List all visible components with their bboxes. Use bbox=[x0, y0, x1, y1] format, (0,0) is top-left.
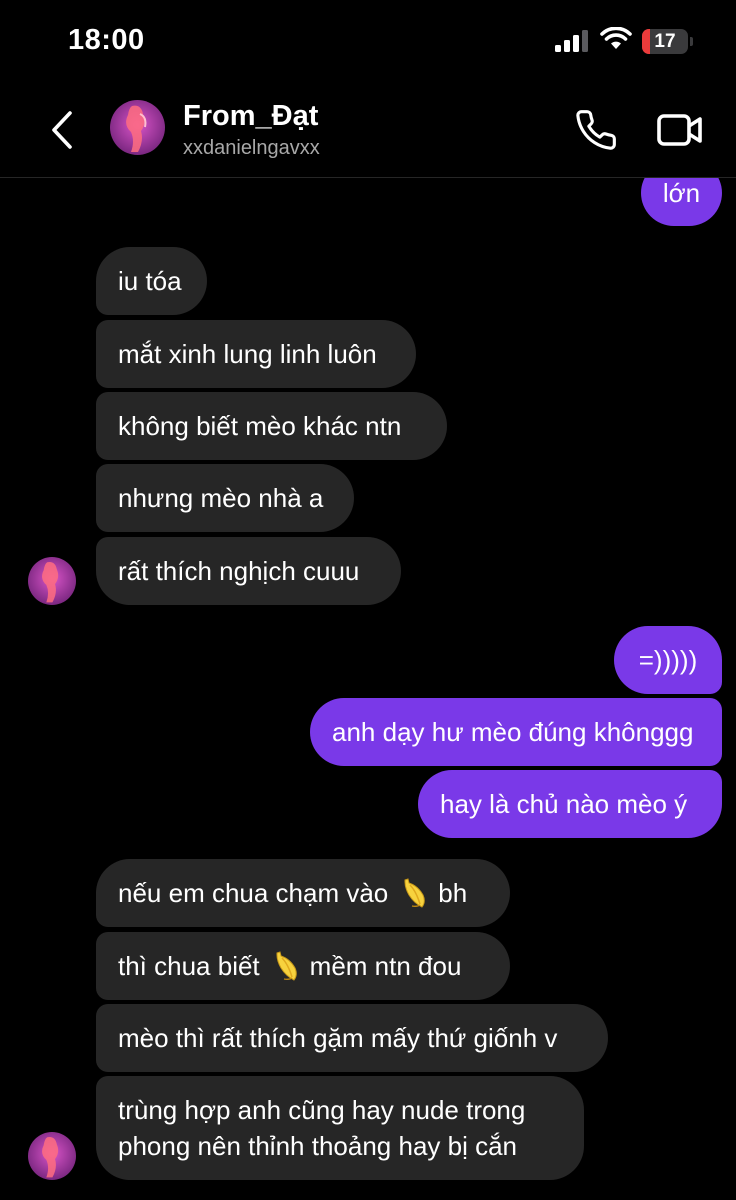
phone-icon bbox=[576, 110, 616, 150]
message-text: anh dạy hư mèo đúng khônggg bbox=[332, 717, 694, 747]
message-bubble-received[interactable]: rất thích nghịch cuuu bbox=[96, 537, 401, 605]
message-bubble-sent[interactable]: anh dạy hư mèo đúng khônggg bbox=[310, 698, 722, 766]
contact-avatar[interactable] bbox=[110, 100, 165, 155]
message-bubble-received[interactable]: iu tóa bbox=[96, 247, 207, 315]
chevron-left-icon bbox=[52, 111, 72, 149]
message-text: nhưng mèo nhà a bbox=[118, 483, 324, 513]
message-text: nếu em chua chạm vào bbox=[118, 878, 389, 908]
video-call-button[interactable] bbox=[656, 108, 704, 152]
message-text: bh bbox=[438, 878, 468, 908]
cellular-signal-icon bbox=[555, 30, 588, 52]
message-bubble-received[interactable]: thì chua biết mềm ntn đou bbox=[96, 932, 510, 1000]
status-time: 18:00 bbox=[68, 24, 145, 56]
message-bubble-received[interactable]: mắt xinh lung linh luôn bbox=[96, 320, 416, 388]
message-bubble-received[interactable]: nhưng mèo nhà a bbox=[96, 464, 354, 532]
message-text: không biết mèo khác ntn bbox=[118, 411, 402, 441]
message-text: mắt xinh lung linh luôn bbox=[118, 339, 377, 369]
message-text: mềm ntn đou bbox=[309, 951, 462, 981]
message-bubble-received[interactable]: mèo thì rất thích gặm mấy thứ giốnh v bbox=[96, 1004, 608, 1072]
message-bubble-received[interactable]: nếu em chua chạm vào bh bbox=[96, 859, 510, 927]
message-text: hay là chủ nào mèo ý bbox=[440, 789, 688, 819]
message-bubble-sent[interactable]: hay là chủ nào mèo ý bbox=[418, 770, 722, 838]
message-bubble-sent[interactable]: lớn bbox=[641, 178, 722, 226]
message-text-line: phong nên thỉnh thoảng hay bị cắn bbox=[118, 1131, 518, 1161]
message-text: rất thích nghịch cuuu bbox=[118, 556, 360, 586]
message-text: =))))) bbox=[638, 645, 698, 675]
video-camera-icon bbox=[657, 114, 702, 146]
sender-avatar[interactable] bbox=[28, 1132, 76, 1180]
avatar-image bbox=[28, 1132, 76, 1180]
battery-nub bbox=[690, 37, 693, 46]
banana-emoji-icon bbox=[404, 878, 426, 908]
message-text-line: trùng hợp anh cũng hay nude trong bbox=[118, 1095, 526, 1125]
message-text: thì chua biết bbox=[118, 951, 260, 981]
message-text: mèo thì rất thích gặm mấy thứ giốnh v bbox=[118, 1023, 558, 1053]
avatar-image bbox=[110, 100, 165, 155]
sender-avatar[interactable] bbox=[28, 557, 76, 605]
battery-level: 17 bbox=[654, 31, 676, 52]
message-bubble-sent[interactable]: =))))) bbox=[614, 626, 722, 694]
battery-indicator: 17 bbox=[642, 29, 688, 54]
back-button[interactable] bbox=[44, 108, 80, 152]
message-thread[interactable]: lớn iu tóa mắt xinh lung linh luôn không… bbox=[0, 178, 736, 1200]
message-text: iu tóa bbox=[118, 266, 182, 296]
message-text: lớn bbox=[662, 178, 701, 208]
chat-header: From_Đạt xxdanielngavxx bbox=[0, 84, 736, 178]
contact-username: xxdanielngavxx bbox=[183, 137, 320, 159]
message-bubble-received[interactable]: không biết mèo khác ntn bbox=[96, 392, 447, 460]
message-bubble-received[interactable]: trùng hợp anh cũng hay nude trong phong … bbox=[96, 1076, 584, 1180]
avatar-image bbox=[28, 557, 76, 605]
contact-name[interactable]: From_Đạt bbox=[183, 100, 318, 133]
voice-call-button[interactable] bbox=[574, 108, 618, 152]
banana-emoji-icon bbox=[276, 951, 297, 981]
status-bar: 18:00 17 bbox=[0, 0, 736, 84]
wifi-icon bbox=[600, 27, 632, 49]
